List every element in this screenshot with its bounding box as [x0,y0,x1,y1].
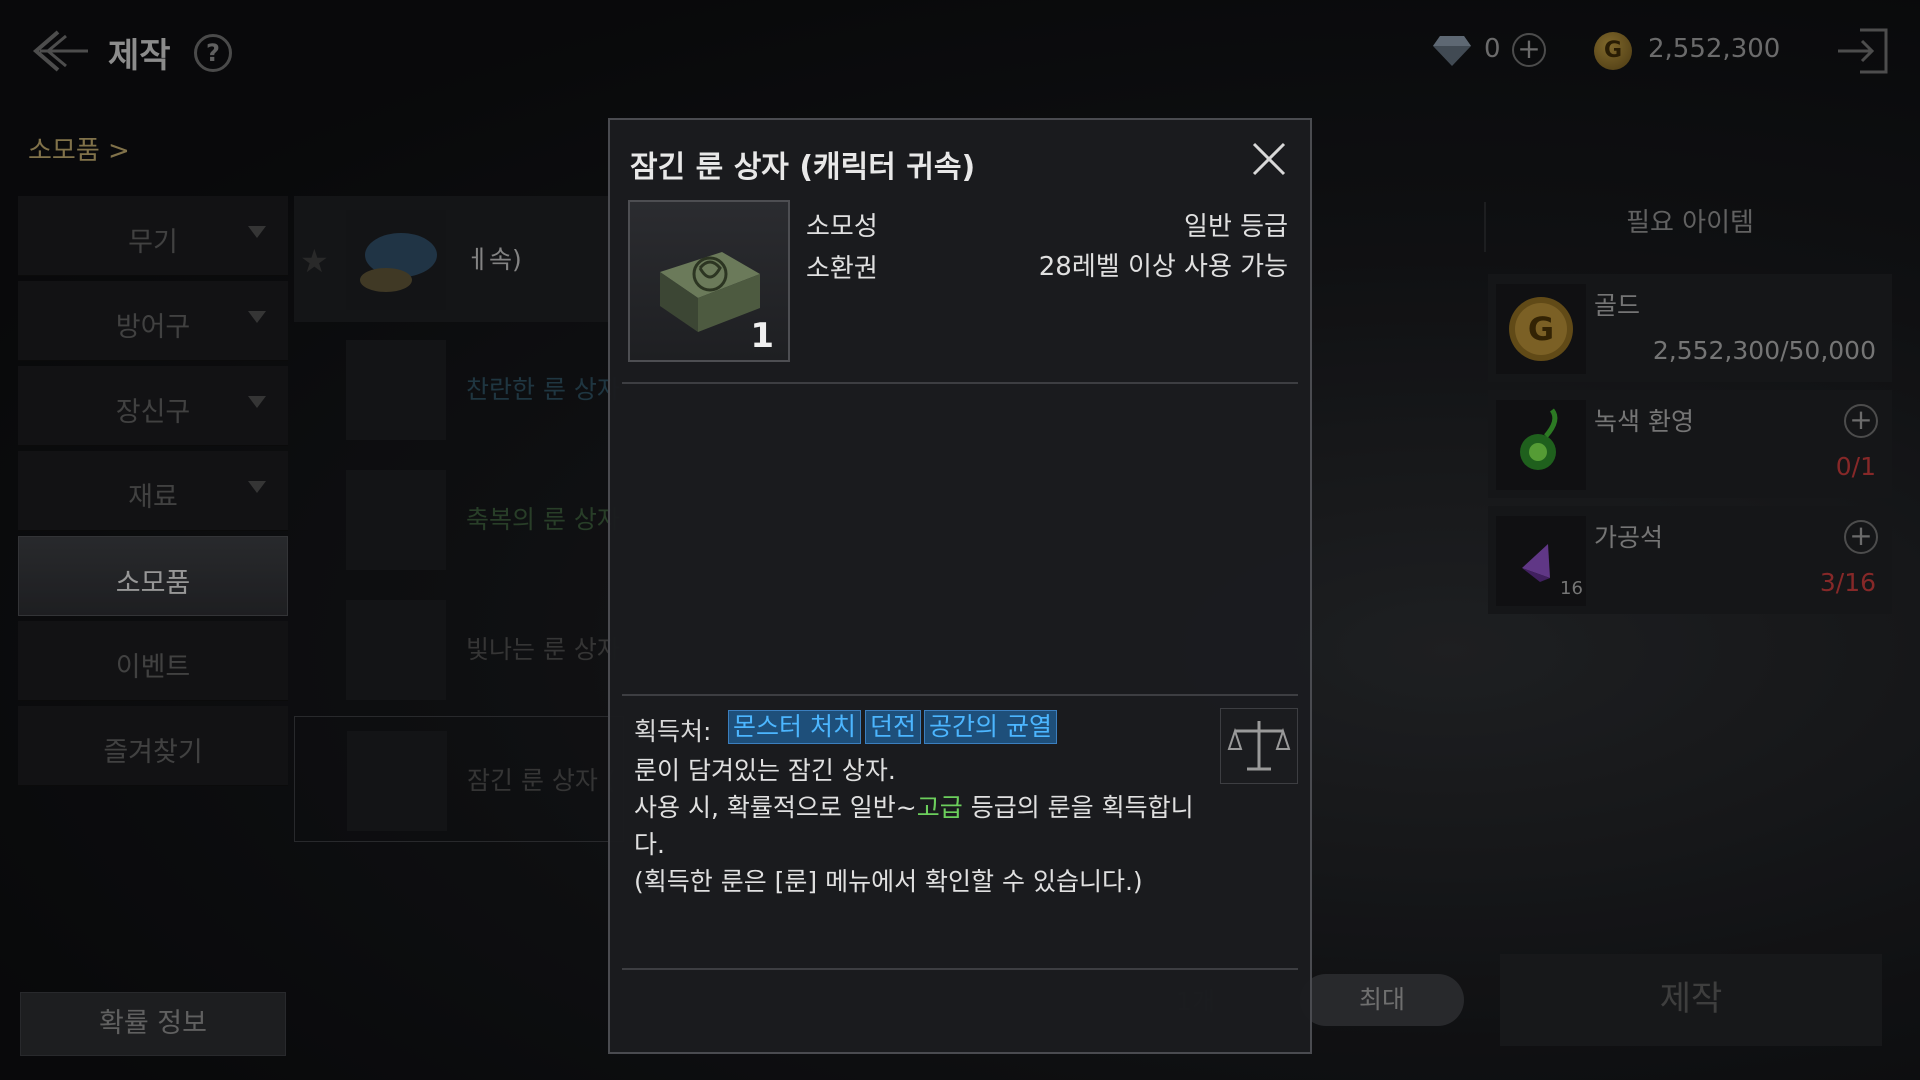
item-type: 소모성 [806,212,878,242]
level-requirement: 28레벨 이상 사용 가능 [1038,252,1288,282]
grade-highlight: 고급 [916,793,963,822]
item-icon-slot: 1 [628,200,790,362]
scale-icon[interactable] [1220,708,1298,784]
source-tag-monster[interactable]: 몬스터 처치 [728,710,861,744]
item-detail-modal: 잠긴 룬 상자 (캐릭터 귀속) 1 소모성 소환권 일반 등급 28레벨 이상… [608,118,1312,1054]
divider [622,694,1298,696]
item-description: 룬이 담겨있는 잠긴 상자. 사용 시, 확률적으로 일반~고급 등급의 룬을 … [634,752,1214,900]
modal-title: 잠긴 룬 상자 (캐릭터 귀속) [630,150,976,185]
description-line: 사용 시, 확률적으로 일반~고급 등급의 룬을 획득합니 [634,793,1194,822]
item-subtype: 소환권 [806,254,878,284]
source-tag-dungeon[interactable]: 던전 [865,710,922,744]
description-line: (획득한 룬은 [룬] 메뉴에서 확인할 수 있습니다.) [634,867,1143,896]
source-tag-rift[interactable]: 공간의 균열 [924,710,1057,744]
close-icon[interactable] [1246,136,1292,182]
divider [622,382,1298,384]
item-quantity: 1 [750,316,774,356]
source-label: 획득처: [634,717,712,746]
item-grade: 일반 등급 [1184,212,1288,242]
divider [622,968,1298,970]
description-line: 다. [634,830,665,859]
description-line: 룬이 담겨있는 잠긴 상자. [634,756,896,785]
